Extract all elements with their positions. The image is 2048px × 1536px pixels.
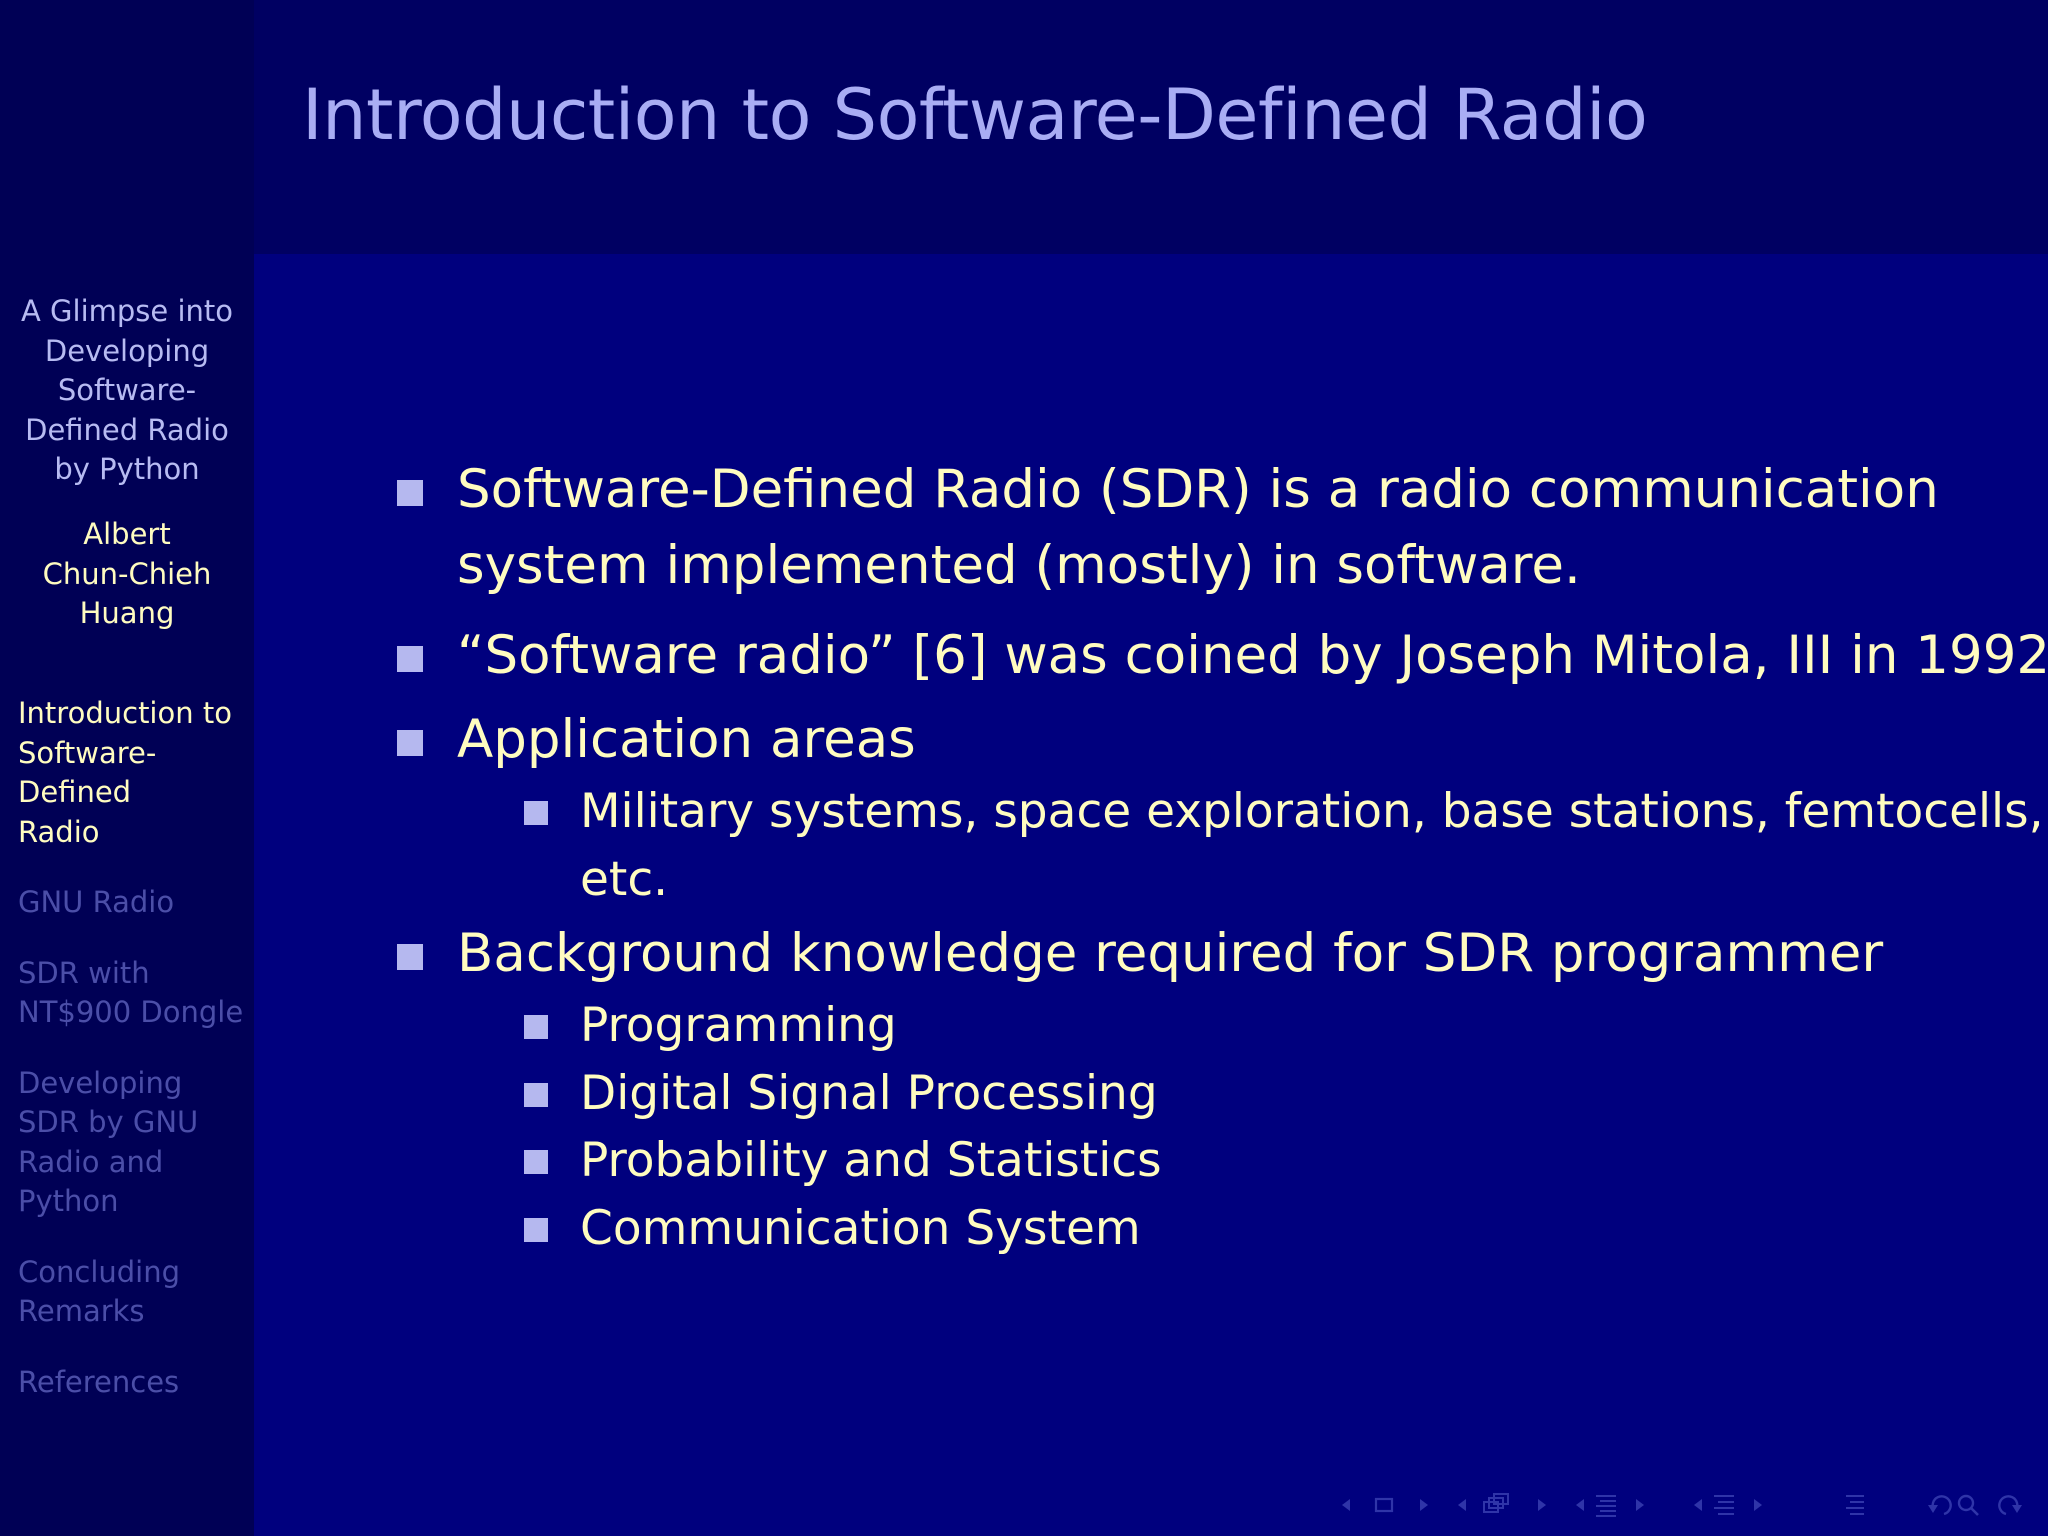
square-bullet-icon [524,801,548,825]
author-line: Albert [83,517,171,551]
section-link-line: NT$900 Dongle [18,995,244,1029]
section-link-gnu-radio[interactable]: GNU Radio [18,883,254,923]
section-link-line: SDR by GNU [18,1105,199,1139]
navigation-symbols [1342,1493,2022,1517]
appendix-icon[interactable] [1846,1495,1864,1515]
section-link-line: Defined [18,775,132,809]
talk-title-line: Software- [57,373,197,407]
slide-content: Software-Defined Radio (SDR) is a radio … [395,452,2048,1262]
bullet-text-line: Application areas [457,709,916,770]
bullet-item: Background knowledge required for SDR pr… [395,916,1985,992]
bullet-item: Software-Defined Radio (SDR) is a radio … [395,452,1985,604]
frame-title: Introduction to Software-Defined Radio [302,74,1648,156]
subsection-icon[interactable] [1483,1493,1509,1513]
square-bullet-icon [397,944,423,970]
arrow-left-icon[interactable] [1576,1499,1584,1511]
author-line: Chun-Chieh [42,556,212,591]
sub-bullet-item: Military systems, space exploration, bas… [395,778,2044,913]
square-bullet-icon [397,730,423,756]
subsection-icon[interactable] [1714,1495,1734,1515]
section-link-line: Radio [18,814,100,849]
arrow-right-icon[interactable] [1420,1499,1428,1511]
square-bullet-icon [524,1150,548,1174]
square-bullet-icon [524,1082,548,1107]
talk-title-line: Developing [44,333,210,368]
frame-icon[interactable] [1374,1497,1394,1513]
arrow-left-icon[interactable] [1458,1499,1466,1511]
bullet-text-line: Software-Defined Radio (SDR) is a radio … [457,459,1939,520]
section-link-line: Software- [18,735,157,770]
sub-bullet-text-line: Digital Signal Processing [580,1065,1158,1121]
section-link-line: Introduction to [18,696,232,730]
sub-bullet-item: Probability and Statistics [395,1127,1985,1195]
sub-bullet-item: Programming [395,992,1985,1060]
square-bullet-icon [397,646,423,672]
sub-bullet-text-line: Communication System [580,1200,1141,1256]
sub-list: Programming Digital Signal Processing Pr… [395,992,1985,1262]
sub-bullet-text-line: Programming [580,998,897,1053]
arrow-right-icon[interactable] [1754,1499,1762,1511]
section-link-introduction[interactable]: Introduction to Software- Defined Radio [18,694,254,852]
arrow-left-icon[interactable] [1694,1499,1702,1511]
section-link-line: GNU Radio [18,885,175,919]
section-link-line: Radio and [18,1144,164,1179]
bullet-text-line: Background knowledge required for SDR pr… [457,923,1884,984]
section-link-line: Remarks [18,1294,145,1328]
bullet-text-line: system implemented (mostly) in software. [457,535,1581,596]
author-name: Albert Chun-Chieh Huang [0,515,254,634]
section-link-sdr-dongle[interactable]: SDR with NT$900 Dongle [18,954,254,1033]
sub-bullet-text-line: Military systems, space exploration, bas… [580,784,2044,839]
talk-title-line: A Glimpse into [20,294,234,328]
talk-title: A Glimpse into Developing Software- Defi… [0,292,254,490]
arrow-right-icon[interactable] [1538,1499,1546,1511]
square-bullet-icon [524,1015,548,1039]
section-link-line: Python [18,1184,119,1218]
section-link-line: References [18,1364,180,1399]
section-icon[interactable] [1596,1495,1616,1517]
section-nav: Introduction to Software- Defined Radio … [18,694,254,1433]
sub-bullet-text-line: etc. [580,851,669,907]
section-link-developing-sdr[interactable]: Developing SDR by GNU Radio and Python [18,1064,254,1222]
bullet-text-line: “Software radio” [6] was coined by Josep… [457,625,2048,686]
sub-bullet-item: Digital Signal Processing [395,1060,1985,1128]
arrow-right-icon[interactable] [1636,1499,1644,1511]
arrow-left-icon[interactable] [1342,1499,1350,1511]
sub-bullet-text-line: Probability and Statistics [580,1133,1162,1188]
section-link-concluding-remarks[interactable]: Concluding Remarks [18,1253,254,1332]
section-link-line: Developing [18,1065,183,1100]
author-line: Huang [79,596,175,630]
talk-title-line: Defined Radio [25,412,229,447]
beamer-navigation-bar [1338,1488,2038,1522]
bullet-item: “Software radio” [6] was coined by Josep… [395,618,2048,694]
square-bullet-icon [397,480,423,506]
back-icon[interactable] [1928,1495,1952,1516]
talk-title-line: by Python [54,452,200,486]
section-link-references[interactable]: References [18,1363,254,1403]
sidebar: A Glimpse into Developing Software- Defi… [0,0,254,1536]
sub-bullet-item: Communication System [395,1195,1985,1263]
sub-list: Military systems, space exploration, bas… [395,778,2044,913]
forward-icon[interactable] [1998,1495,2022,1516]
bullet-item: Application areas [395,702,1985,778]
search-icon[interactable] [1957,1494,1979,1516]
section-link-line: SDR with [18,955,150,990]
square-bullet-icon [524,1217,548,1242]
frame-header: Introduction to Software-Defined Radio [254,0,2048,254]
section-link-line: Concluding [18,1254,181,1289]
